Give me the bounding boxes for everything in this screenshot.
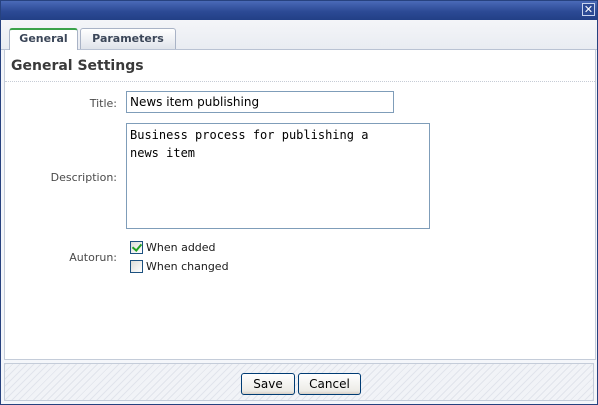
tab-parameters[interactable]: Parameters: [80, 28, 176, 49]
section-divider: [5, 81, 595, 82]
when-changed-label[interactable]: When changed: [146, 260, 229, 273]
tab-general[interactable]: General: [9, 28, 78, 50]
close-icon[interactable]: ✕: [582, 3, 595, 16]
title-label: Title:: [89, 97, 117, 110]
description-textarea[interactable]: [126, 123, 430, 229]
when-changed-checkbox[interactable]: [130, 260, 143, 273]
cancel-button[interactable]: Cancel: [298, 373, 361, 395]
description-label: Description:: [50, 171, 117, 184]
section-title: General Settings: [11, 58, 144, 74]
dialog-window: ✕ General Parameters General Settings Ti…: [0, 0, 598, 405]
autorun-option-when-added[interactable]: When added: [130, 240, 216, 255]
title-input[interactable]: [126, 91, 394, 113]
when-added-label[interactable]: When added: [146, 241, 216, 254]
autorun-option-when-changed[interactable]: When changed: [130, 259, 229, 274]
save-button[interactable]: Save: [241, 373, 295, 395]
general-settings-panel: General Settings Title: Description: Aut…: [4, 50, 596, 360]
dialog-footer: Save Cancel: [4, 363, 594, 401]
autorun-label: Autorun:: [69, 251, 117, 264]
when-added-checkbox[interactable]: [130, 241, 143, 254]
dialog-titlebar[interactable]: ✕: [1, 1, 597, 20]
tab-strip: General Parameters: [1, 20, 597, 50]
